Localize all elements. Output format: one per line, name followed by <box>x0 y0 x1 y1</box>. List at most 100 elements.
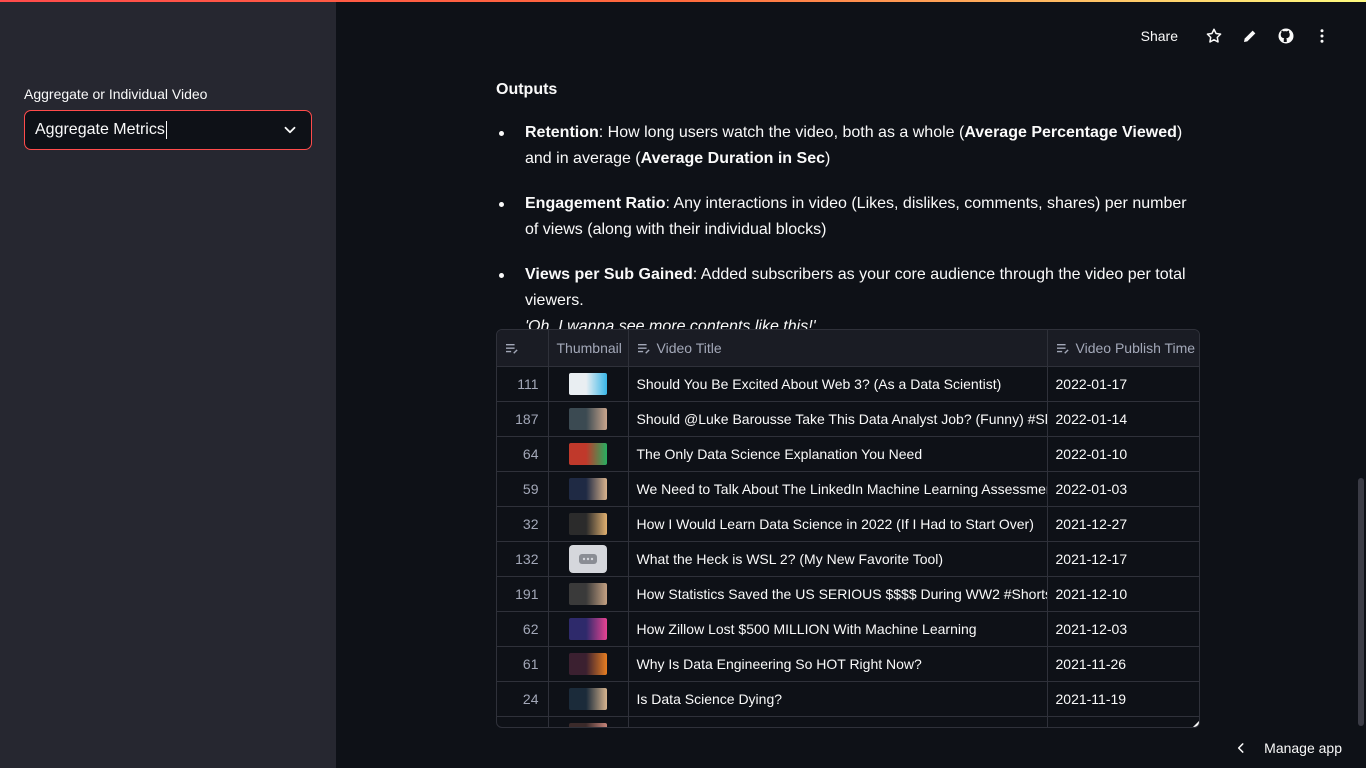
bullet-text: ) <box>825 150 831 167</box>
thumbnail-cell[interactable] <box>548 716 629 727</box>
more-vertical-icon[interactable] <box>1304 24 1340 48</box>
publish-time-cell[interactable]: 2021-12-27 <box>1047 506 1199 542</box>
video-title-cell[interactable]: Why Is Data Engineering So HOT Right Now… <box>628 646 1048 682</box>
chevron-down-icon <box>284 126 296 134</box>
pencil-icon[interactable] <box>1232 24 1268 48</box>
sidebar: Aggregate or Individual Video Aggregate … <box>0 2 336 768</box>
thumbnail-cell[interactable] <box>548 366 629 402</box>
bullet-term: Views per Sub Gained <box>525 266 693 283</box>
table-header-row: Thumbnail Video Title Video Publish Time <box>497 330 1199 367</box>
table-row[interactable]: 187 Should @Luke Barousse Take This Data … <box>497 401 1199 437</box>
thumbnail-image <box>569 652 607 675</box>
select-value: Aggregate Metrics <box>35 121 165 138</box>
chevron-left-icon <box>1238 743 1244 753</box>
manage-app-button[interactable]: Manage app <box>1234 740 1342 756</box>
thumbnail-image <box>569 372 607 395</box>
publish-time-cell[interactable]: 2021-12-10 <box>1047 576 1199 612</box>
publish-time-cell[interactable]: 2021-11-26 <box>1047 646 1199 682</box>
column-header-video-title[interactable]: Video Title <box>628 330 1048 367</box>
github-icon[interactable] <box>1268 24 1304 48</box>
outputs-heading: Outputs <box>496 81 558 98</box>
video-title-cell[interactable]: Is Data Science Dying? <box>628 681 1048 717</box>
video-title-cell[interactable]: We Need to Talk About The LinkedIn Machi… <box>628 471 1048 507</box>
bullet-engagement: Engagement Ratio: Any interactions in vi… <box>496 191 1200 243</box>
row-index: 24 <box>497 681 549 717</box>
text-column-icon <box>506 344 518 354</box>
thumbnail-image <box>569 442 607 465</box>
column-label: Video Publish Time <box>1075 339 1196 356</box>
row-index: 32 <box>497 506 549 542</box>
thumbnail-cell[interactable] <box>548 541 629 577</box>
column-header-thumbnail[interactable]: Thumbnail <box>548 330 629 367</box>
thumbnail-image <box>569 582 607 605</box>
bullet-bold: Average Percentage Viewed <box>964 124 1177 141</box>
column-header-publish-time[interactable]: Video Publish Time <box>1047 330 1199 367</box>
table-row[interactable]: 61 Why Is Data Engineering So HOT Right N… <box>497 646 1199 682</box>
thumbnail-image <box>569 407 607 430</box>
thumbnail-cell[interactable] <box>548 401 629 437</box>
bullet-term: Retention <box>525 124 599 141</box>
row-index: 191 <box>497 576 549 612</box>
thumbnail-placeholder-icon <box>569 544 607 573</box>
column-label: Video Title <box>656 339 722 356</box>
bullet-retention: Retention: How long users watch the vide… <box>496 120 1200 172</box>
thumbnail-cell[interactable] <box>548 611 629 647</box>
publish-time-cell[interactable]: 2022-01-14 <box>1047 401 1199 437</box>
thumbnail-image <box>569 512 607 535</box>
publish-time-cell[interactable]: 2022-01-03 <box>1047 471 1199 507</box>
star-icon[interactable] <box>1196 24 1232 48</box>
row-index: 64 <box>497 436 549 472</box>
header-actions: Share <box>1141 24 1340 48</box>
outputs-list: Retention: How long users watch the vide… <box>496 120 1200 340</box>
table-row[interactable]: 62 How Zillow Lost $500 MILLION With Mach… <box>497 611 1199 647</box>
table-row[interactable]: 111 Should You Be Excited About Web 3? (A… <box>497 366 1199 402</box>
thumbnail-cell[interactable] <box>548 436 629 472</box>
video-title-cell[interactable]: Should You Be Excited About Web 3? (As a… <box>628 366 1048 402</box>
thumbnail-image <box>569 477 607 500</box>
thumbnail-image <box>569 687 607 710</box>
video-title-cell[interactable] <box>628 716 1048 727</box>
publish-time-cell[interactable]: 2021-11-19 <box>1047 681 1199 717</box>
table-resize-handle[interactable] <box>1193 721 1199 727</box>
aggregate-select[interactable]: Aggregate Metrics <box>24 110 312 150</box>
thumbnail-cell[interactable] <box>548 646 629 682</box>
row-index: 61 <box>497 646 549 682</box>
thumbnail-cell[interactable] <box>548 506 629 542</box>
row-index: 132 <box>497 541 549 577</box>
share-button[interactable]: Share <box>1141 28 1178 44</box>
row-index: 62 <box>497 611 549 647</box>
table-row[interactable]: 132 What the Heck is WSL 2? (My New Favor… <box>497 541 1199 577</box>
thumbnail-cell[interactable] <box>548 681 629 717</box>
video-title-cell[interactable]: Should @Luke Barousse Take This Data Ana… <box>628 401 1048 437</box>
video-table[interactable]: Thumbnail Video Title Video Publish Time… <box>496 329 1200 728</box>
thumbnail-cell[interactable] <box>548 576 629 612</box>
column-header-index[interactable] <box>497 330 549 367</box>
table-row[interactable]: 64 The Only Data Science Explanation You … <box>497 436 1199 472</box>
text-column-icon <box>637 344 650 354</box>
row-index: 187 <box>497 401 549 437</box>
thumbnail-image <box>569 722 607 727</box>
thumbnail-cell[interactable] <box>548 471 629 507</box>
video-title-cell[interactable]: The Only Data Science Explanation You Ne… <box>628 436 1048 472</box>
table-row[interactable]: 59 We Need to Talk About The LinkedIn Mac… <box>497 471 1199 507</box>
publish-time-cell[interactable]: 2022-01-17 <box>1047 366 1199 402</box>
row-index: 59 <box>497 471 549 507</box>
publish-time-cell[interactable]: 2021-12-03 <box>1047 611 1199 647</box>
video-title-cell[interactable]: How Zillow Lost $500 MILLION With Machin… <box>628 611 1048 647</box>
page-scrollbar[interactable] <box>1358 478 1364 726</box>
table-row[interactable]: 32 How I Would Learn Data Science in 2022… <box>497 506 1199 542</box>
publish-time-cell[interactable]: 2022-01-10 <box>1047 436 1199 472</box>
publish-time-cell[interactable] <box>1047 716 1199 727</box>
main-content: Outputs Retention: How long users watch … <box>496 78 1200 359</box>
text-column-icon <box>1056 344 1069 354</box>
manage-app-label: Manage app <box>1264 740 1342 756</box>
text-caret <box>165 121 167 139</box>
bullet-term: Engagement Ratio <box>525 195 666 212</box>
video-title-cell[interactable]: How Statistics Saved the US SERIOUS $$$$… <box>628 576 1048 612</box>
table-row[interactable] <box>497 716 1199 727</box>
publish-time-cell[interactable]: 2021-12-17 <box>1047 541 1199 577</box>
video-title-cell[interactable]: How I Would Learn Data Science in 2022 (… <box>628 506 1048 542</box>
table-row[interactable]: 191 How Statistics Saved the US SERIOUS $… <box>497 576 1199 612</box>
table-row[interactable]: 24 Is Data Science Dying? 2021-11-19 <box>497 681 1199 717</box>
video-title-cell[interactable]: What the Heck is WSL 2? (My New Favorite… <box>628 541 1048 577</box>
